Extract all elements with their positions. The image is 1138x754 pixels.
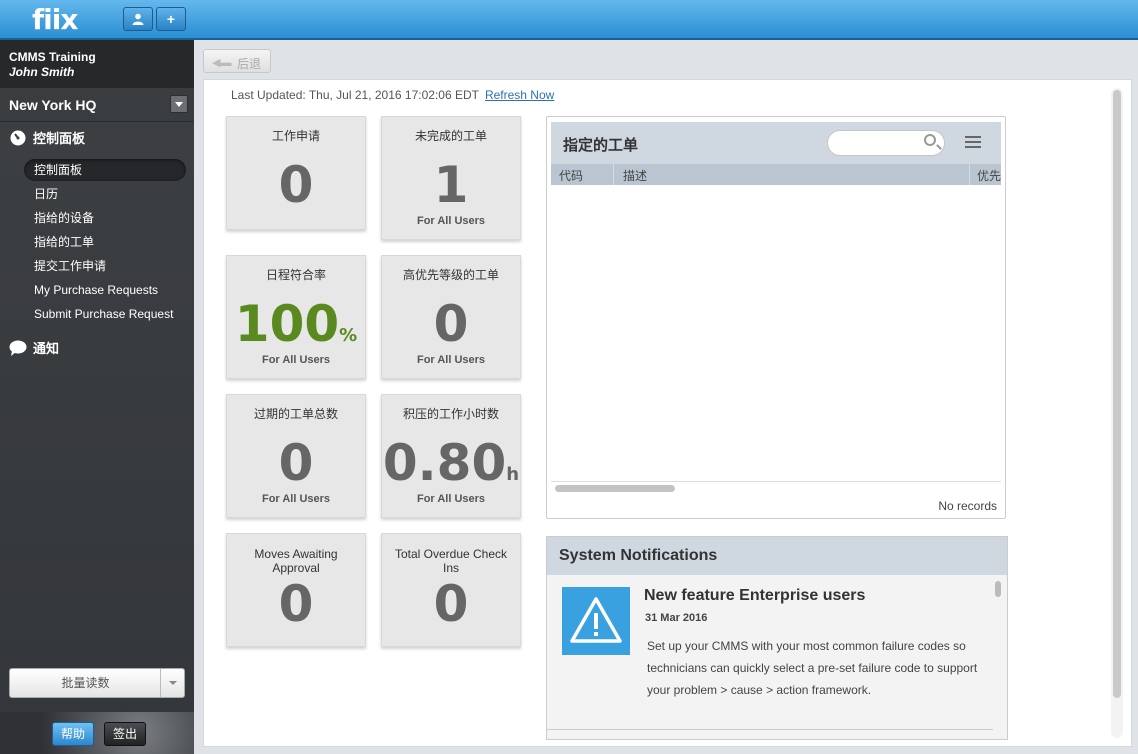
tile-title: 高优先等级的工单 bbox=[402, 268, 499, 282]
user-block: CMMS Training John Smith bbox=[0, 40, 194, 88]
widget-title: System Notifications bbox=[559, 547, 718, 564]
tile-subtitle: For All Users bbox=[261, 493, 331, 505]
widget-header: 指定的工单 bbox=[551, 122, 1001, 164]
sidebar-item-my-purchase-requests[interactable]: My Purchase Requests bbox=[24, 279, 186, 301]
arrow-left-icon: ◀▬ bbox=[212, 57, 232, 69]
user-icon bbox=[132, 13, 144, 25]
nav-section-notifications[interactable]: 通知 bbox=[9, 338, 59, 357]
tile-value: 0 bbox=[433, 295, 469, 353]
sidebar-item-submit-purchase-request[interactable]: Submit Purchase Request bbox=[24, 303, 186, 325]
widget-title: 指定的工单 bbox=[563, 137, 639, 154]
logout-button[interactable]: 签出 bbox=[104, 722, 146, 746]
table-header: 代码 描述 优先 bbox=[551, 164, 1001, 185]
last-updated-text: Last Updated: Thu, Jul 21, 2016 17:02:06… bbox=[231, 88, 479, 102]
tile-value: 1 bbox=[433, 156, 469, 214]
warning-icon bbox=[562, 587, 630, 655]
tile-open-work-orders[interactable]: 未完成的工单 1 For All Users bbox=[381, 116, 521, 240]
scrollbar-thumb[interactable] bbox=[1113, 90, 1121, 698]
tile-work-requests[interactable]: 工作申请 0 bbox=[226, 116, 366, 230]
sidebar-item-dashboard[interactable]: 控制面板 bbox=[24, 159, 186, 181]
tile-value: 0 bbox=[278, 575, 314, 633]
sidebar-item-assigned-assets[interactable]: 指给的设备 bbox=[24, 207, 186, 229]
bulk-readings-label: 批量读数 bbox=[61, 676, 110, 690]
widget-header: System Notifications bbox=[547, 537, 1007, 575]
notification-date: 31 Mar 2016 bbox=[645, 612, 708, 624]
tile-subtitle: For All Users bbox=[261, 354, 331, 366]
divider bbox=[547, 729, 993, 730]
tile-value: 0 bbox=[278, 434, 314, 492]
tile-subtitle: For All Users bbox=[416, 493, 486, 505]
system-notifications-widget: System Notifications New feature Enterpr… bbox=[546, 536, 1008, 740]
top-bar: fiix + bbox=[0, 0, 1138, 40]
tile-overdue-work-orders[interactable]: 过期的工单总数 0 For All Users bbox=[226, 394, 366, 518]
tile-title: Total Overdue Check Ins bbox=[394, 547, 508, 575]
refresh-now-link[interactable]: Refresh Now bbox=[485, 88, 554, 102]
sidebar-item-calendar[interactable]: 日历 bbox=[24, 183, 186, 205]
back-label: 后退 bbox=[237, 57, 262, 71]
site-selector[interactable]: New York HQ bbox=[0, 88, 194, 122]
user-button[interactable] bbox=[123, 7, 153, 31]
tile-title: 未完成的工单 bbox=[414, 129, 487, 143]
sidebar-item-assigned-work-orders[interactable]: 指给的工单 bbox=[24, 231, 186, 253]
search-icon[interactable] bbox=[924, 134, 936, 146]
tile-title: 日程符合率 bbox=[265, 268, 326, 282]
tile-subtitle: For All Users bbox=[416, 354, 486, 366]
chevron-down-icon[interactable] bbox=[170, 95, 188, 113]
help-button[interactable]: 帮助 bbox=[52, 722, 94, 746]
sidebar-footer bbox=[0, 712, 194, 754]
org-name: CMMS Training bbox=[9, 50, 96, 64]
speech-bubble-icon bbox=[9, 339, 27, 357]
bulk-readings-button[interactable]: 批量读数 bbox=[9, 668, 185, 698]
nav-section-dashboard[interactable]: 控制面板 bbox=[9, 128, 85, 147]
tile-total-overdue-check-ins[interactable]: Total Overdue Check Ins 0 bbox=[381, 533, 521, 647]
tile-value: 0 bbox=[433, 575, 469, 633]
horizontal-scrollbar[interactable] bbox=[551, 481, 1001, 493]
back-button[interactable]: ◀▬ 后退 bbox=[203, 49, 271, 73]
nav-section-label: 控制面板 bbox=[33, 131, 86, 146]
column-divider bbox=[613, 164, 614, 185]
user-name: John Smith bbox=[9, 65, 75, 79]
tile-title: Moves Awaiting Approval bbox=[254, 547, 338, 575]
records-count: No records bbox=[938, 499, 997, 513]
column-description[interactable]: 描述 bbox=[623, 167, 647, 184]
column-divider bbox=[969, 164, 970, 185]
column-code[interactable]: 代码 bbox=[559, 167, 583, 184]
tile-title: 过期的工单总数 bbox=[253, 407, 338, 421]
tile-moves-awaiting-approval[interactable]: Moves Awaiting Approval 0 bbox=[226, 533, 366, 647]
tile-high-priority-work-orders[interactable]: 高优先等级的工单 0 For All Users bbox=[381, 255, 521, 379]
scrollbar-thumb[interactable] bbox=[995, 581, 1001, 597]
add-button[interactable]: + bbox=[156, 7, 186, 31]
scrollbar-thumb[interactable] bbox=[555, 485, 675, 492]
notification-title[interactable]: New feature Enterprise users bbox=[644, 587, 865, 605]
list-icon[interactable] bbox=[965, 136, 981, 150]
chevron-down-icon[interactable] bbox=[160, 669, 184, 697]
search-input[interactable] bbox=[827, 130, 945, 156]
tile-title: 工作申请 bbox=[271, 129, 320, 143]
notification-body: Set up your CMMS with your most common f… bbox=[647, 639, 978, 697]
tile-subtitle: For All Users bbox=[416, 215, 486, 227]
column-priority[interactable]: 优先 bbox=[977, 167, 1001, 184]
tile-schedule-compliance[interactable]: 日程符合率 100% For All Users bbox=[226, 255, 366, 379]
notifications-scrollbar[interactable] bbox=[993, 577, 1003, 737]
last-updated: Last Updated: Thu, Jul 21, 2016 17:02:06… bbox=[231, 88, 554, 102]
fiix-logo[interactable]: fiix bbox=[32, 3, 78, 36]
main-scrollbar[interactable] bbox=[1111, 88, 1123, 738]
tile-value: 0 bbox=[278, 156, 314, 214]
assigned-work-orders-widget: 指定的工单 代码 描述 优先 No records bbox=[546, 116, 1006, 519]
sidebar: CMMS Training John Smith New York HQ 控制面… bbox=[0, 40, 194, 754]
sidebar-item-submit-work-request[interactable]: 提交工作申请 bbox=[24, 255, 186, 277]
gauge-icon bbox=[9, 129, 27, 147]
nav-section-label: 通知 bbox=[33, 341, 60, 356]
tile-title: 积压的工作小时数 bbox=[402, 407, 499, 421]
site-name: New York HQ bbox=[9, 97, 97, 113]
tile-backlog-hours[interactable]: 积压的工作小时数 0.80h For All Users bbox=[381, 394, 521, 518]
